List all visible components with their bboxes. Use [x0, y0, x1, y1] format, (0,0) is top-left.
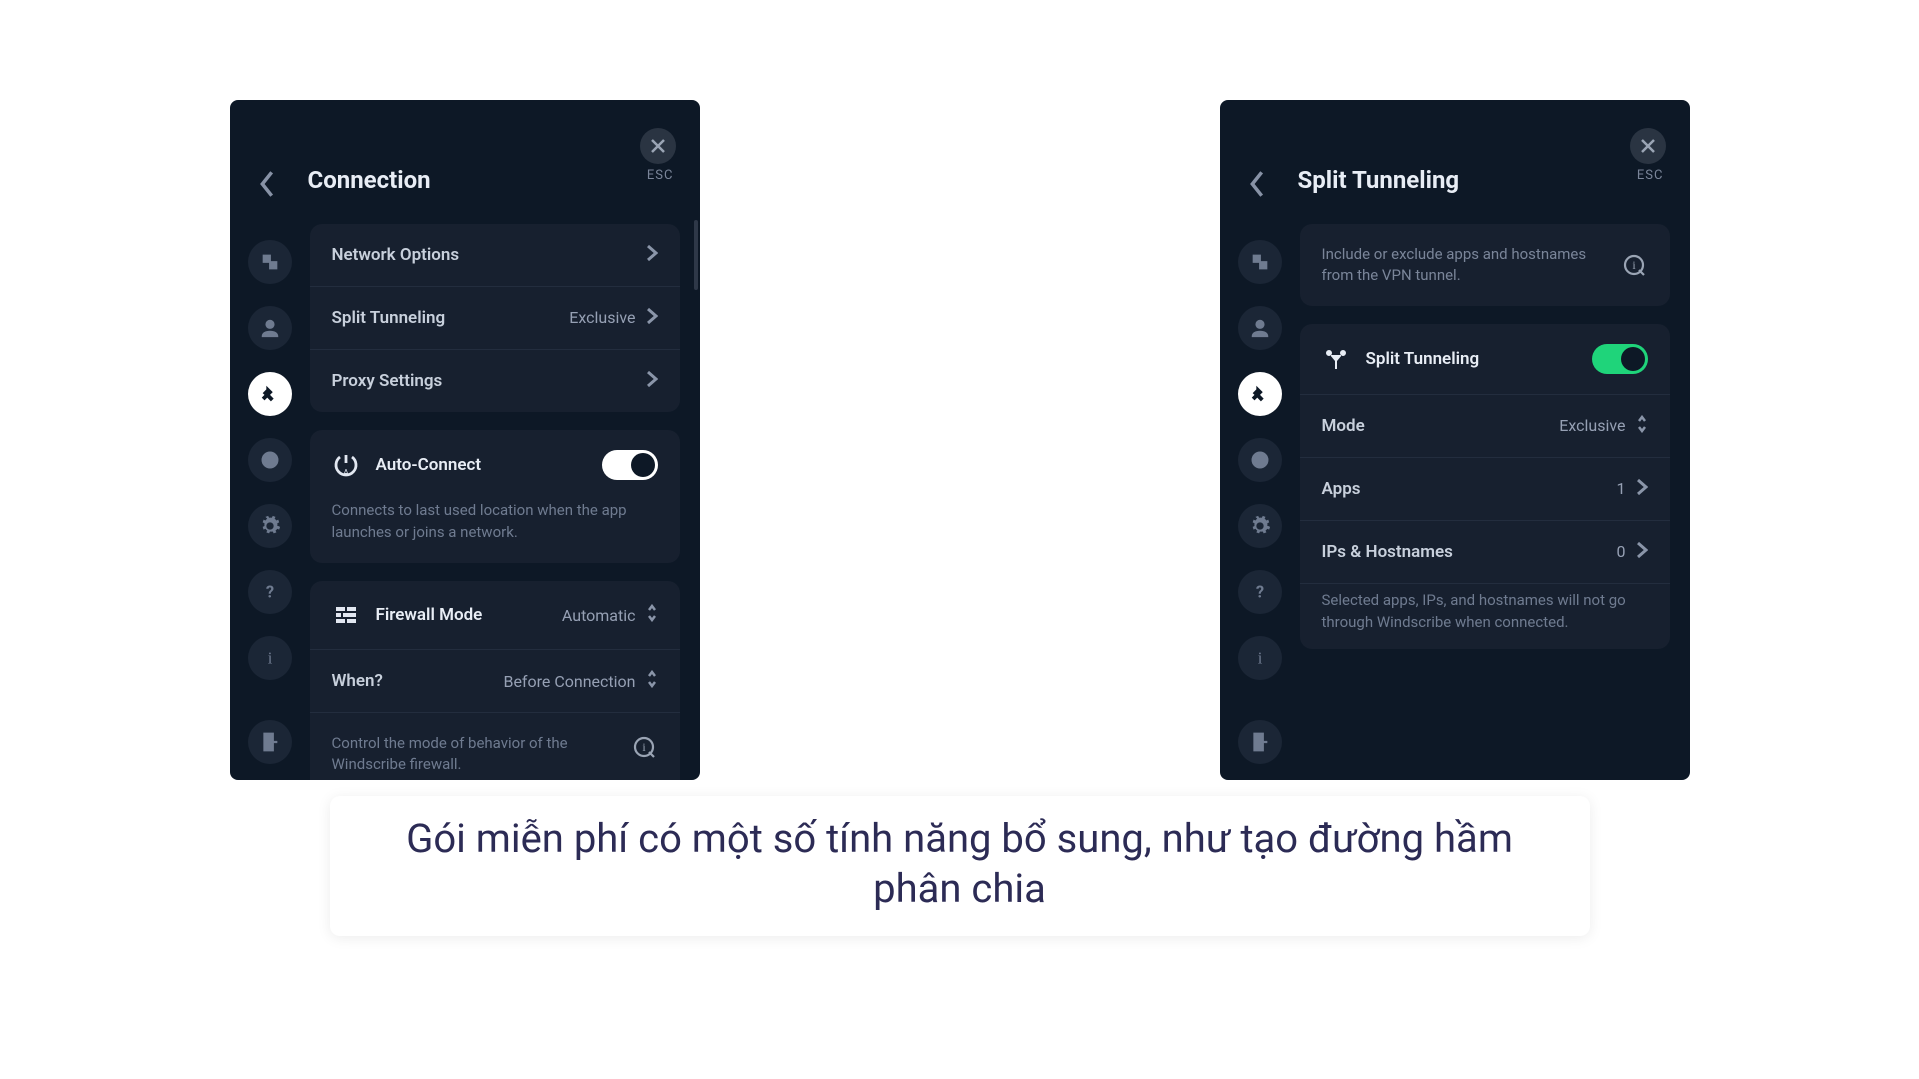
svg-text:i: i	[267, 648, 272, 667]
general-icon[interactable]	[1238, 240, 1282, 284]
help-icon[interactable]: ?	[248, 570, 292, 614]
esc-label: ESC	[1637, 168, 1664, 183]
svg-text:A: A	[343, 468, 349, 477]
split-tunneling-row[interactable]: Split Tunneling Exclusive	[310, 287, 680, 350]
close-button[interactable]	[640, 128, 676, 164]
info-text: Include or exclude apps and hostnames fr…	[1322, 244, 1604, 286]
scrollbar[interactable]	[694, 220, 698, 290]
chevron-right-icon	[646, 307, 658, 329]
network-options-row[interactable]: Network Options	[310, 224, 680, 287]
info-link-icon[interactable]: i	[630, 733, 658, 761]
page-title: Connection	[308, 166, 431, 194]
row-label: Auto-Connect	[376, 455, 482, 475]
row-value: Exclusive	[1559, 416, 1625, 435]
info-link-icon[interactable]: i	[1620, 251, 1648, 279]
split-tunneling-panel: ESC Split Tunneling	[1220, 100, 1690, 780]
firewall-icon	[332, 601, 360, 629]
robert-icon[interactable]	[248, 438, 292, 482]
sidebar: ? i	[230, 210, 310, 780]
row-label: Firewall Mode	[376, 605, 483, 625]
mode-row[interactable]: Mode Exclusive	[1300, 395, 1670, 458]
svg-text:i: i	[642, 740, 646, 754]
proxy-settings-row[interactable]: Proxy Settings	[310, 350, 680, 412]
row-label: Split Tunneling	[1366, 349, 1480, 369]
about-icon[interactable]: i	[1238, 636, 1282, 680]
caption-text: Gói miễn phí có một số tính năng bổ sung…	[406, 815, 1513, 912]
back-button[interactable]	[258, 170, 276, 202]
firewall-when-row[interactable]: When? Before Connection	[310, 650, 680, 713]
svg-text:?: ?	[1255, 583, 1263, 602]
chevron-right-icon	[1636, 478, 1648, 500]
split-settings-card: Split Tunneling Mode Exclusive	[1300, 324, 1670, 650]
account-icon[interactable]	[248, 306, 292, 350]
svg-text:i: i	[1632, 258, 1636, 272]
row-value: Before Connection	[503, 672, 635, 691]
up-down-icon	[1636, 415, 1648, 437]
about-icon[interactable]: i	[248, 636, 292, 680]
auto-connect-card: A Auto-Connect Connects to last used loc…	[310, 430, 680, 564]
firewall-card: Firewall Mode Automatic When? Before Con…	[310, 581, 680, 780]
connection-panel: ESC Connection	[230, 100, 700, 780]
connection-nav-card: Network Options Split Tunneling Exclusiv…	[310, 224, 680, 412]
row-label: When?	[332, 671, 383, 691]
firewall-mode-row[interactable]: Firewall Mode Automatic	[310, 581, 680, 650]
robert-icon[interactable]	[1238, 438, 1282, 482]
settings-icon[interactable]	[248, 504, 292, 548]
row-value: 1	[1617, 479, 1626, 498]
caption: Gói miễn phí có một số tính năng bổ sung…	[330, 796, 1590, 936]
esc-label: ESC	[647, 168, 674, 183]
sidebar: ? i	[1220, 210, 1300, 780]
auto-connect-desc: Connects to last used location when the …	[310, 500, 680, 564]
up-down-icon	[646, 604, 658, 626]
logout-icon[interactable]	[1238, 720, 1282, 764]
account-icon[interactable]	[1238, 306, 1282, 350]
split-toggle-row: Split Tunneling	[1300, 324, 1670, 395]
auto-connect-toggle[interactable]	[602, 450, 658, 480]
logout-icon[interactable]	[248, 720, 292, 764]
auto-connect-icon: A	[332, 451, 360, 479]
apps-row[interactable]: Apps 1	[1300, 458, 1670, 521]
split-icon	[1322, 345, 1350, 373]
row-value: 0	[1617, 542, 1626, 561]
chevron-right-icon	[1636, 541, 1648, 563]
close-button[interactable]	[1630, 128, 1666, 164]
svg-text:i: i	[1257, 648, 1262, 667]
row-value: Exclusive	[569, 308, 635, 327]
settings-icon[interactable]	[1238, 504, 1282, 548]
row-label: Mode	[1322, 416, 1365, 436]
up-down-icon	[646, 670, 658, 692]
page-title: Split Tunneling	[1298, 166, 1460, 194]
row-label: Apps	[1322, 479, 1361, 499]
connection-icon[interactable]	[248, 372, 292, 416]
split-info-card: Include or exclude apps and hostnames fr…	[1300, 224, 1670, 306]
chevron-right-icon	[646, 244, 658, 266]
ips-row[interactable]: IPs & Hostnames 0	[1300, 521, 1670, 584]
split-tunneling-toggle[interactable]	[1592, 344, 1648, 374]
help-icon[interactable]: ?	[1238, 570, 1282, 614]
split-footnote: Selected apps, IPs, and hostnames will n…	[1300, 584, 1670, 650]
connection-icon[interactable]	[1238, 372, 1282, 416]
svg-text:?: ?	[265, 583, 273, 602]
row-label: Network Options	[332, 245, 460, 265]
row-label: IPs & Hostnames	[1322, 542, 1453, 562]
row-label: Split Tunneling	[332, 308, 446, 328]
row-label: Proxy Settings	[332, 371, 443, 391]
row-value: Automatic	[562, 606, 636, 625]
firewall-desc: Control the mode of behavior of the Wind…	[332, 733, 592, 775]
chevron-right-icon	[646, 370, 658, 392]
back-button[interactable]	[1248, 170, 1266, 202]
general-icon[interactable]	[248, 240, 292, 284]
